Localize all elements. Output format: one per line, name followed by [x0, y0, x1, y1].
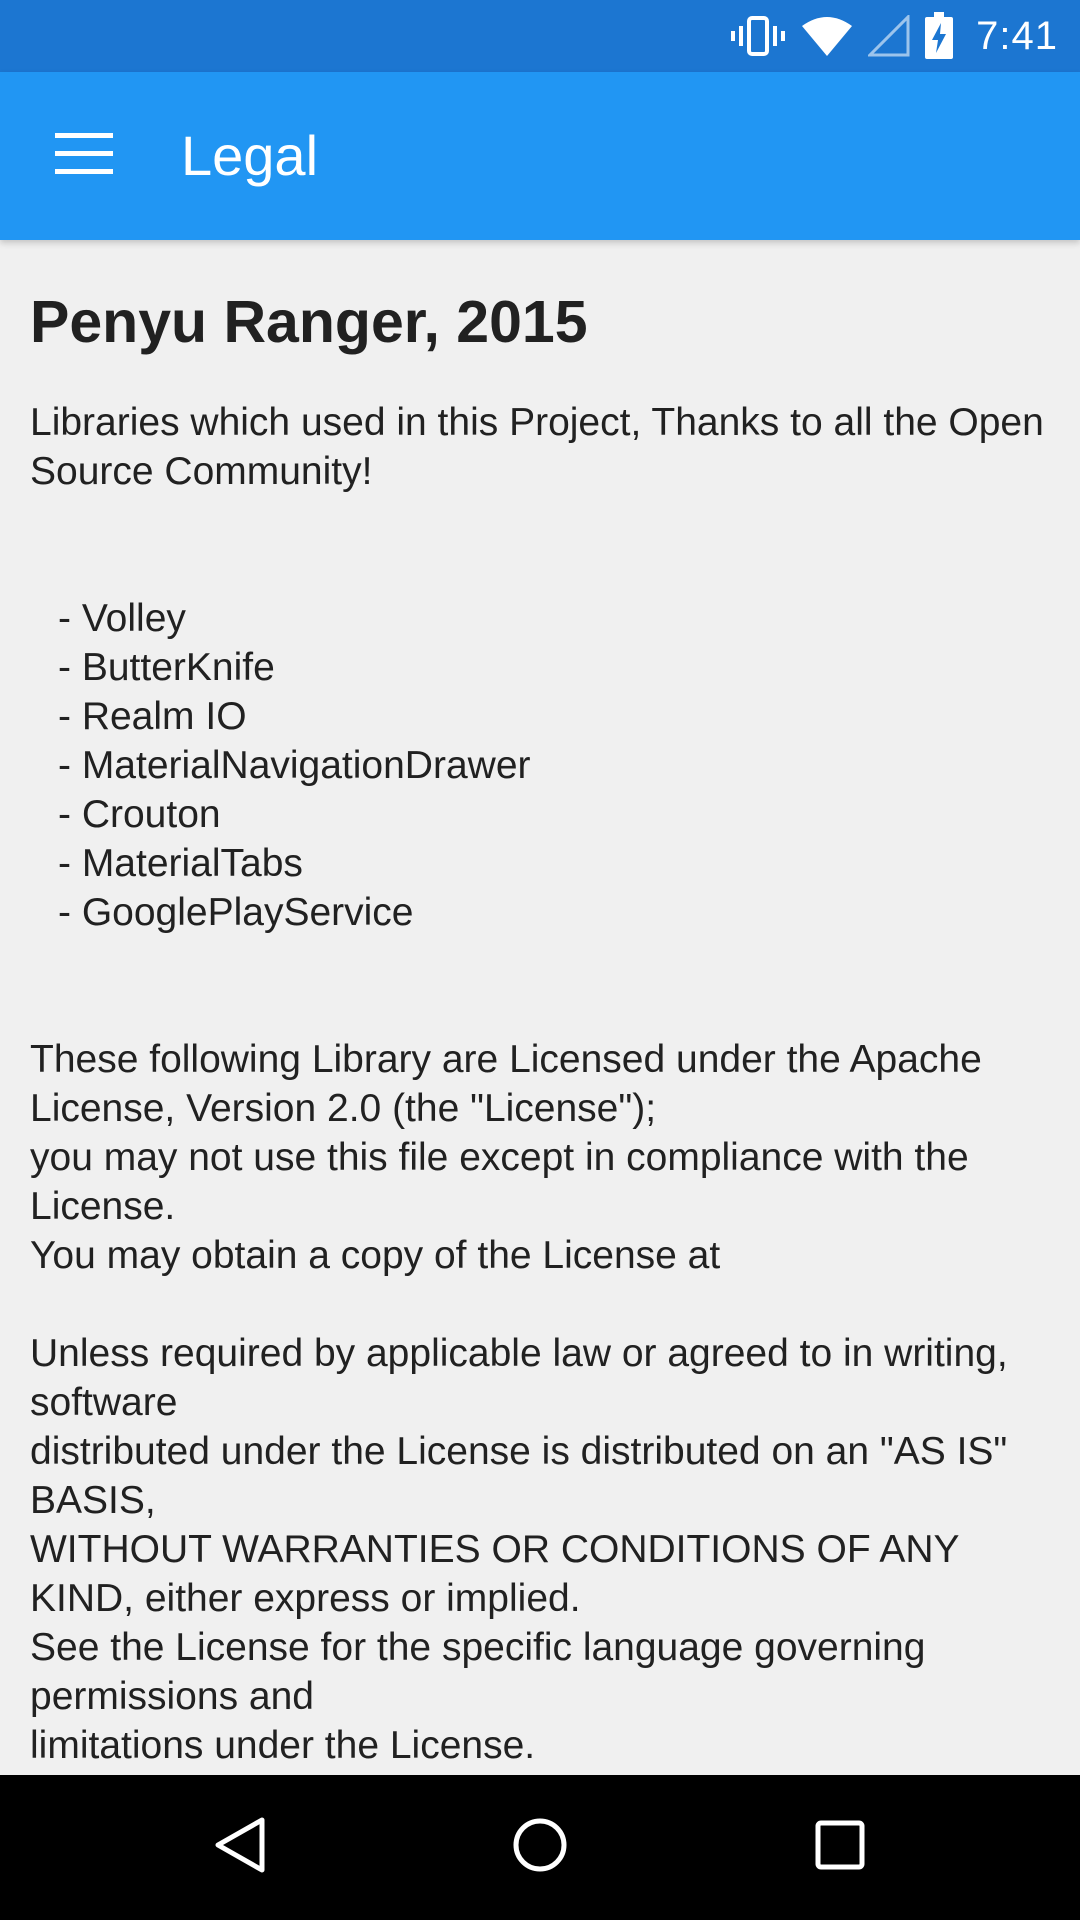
library-item: - GooglePlayService	[58, 891, 414, 934]
recents-icon	[814, 1819, 866, 1876]
library-item: - MaterialNavigationDrawer	[58, 744, 531, 787]
home-button[interactable]	[490, 1797, 590, 1897]
status-icons: 7:41	[730, 0, 1058, 72]
app-bar: Legal	[0, 72, 1080, 240]
hamburger-menu-icon	[55, 132, 113, 180]
back-button[interactable]	[190, 1797, 290, 1897]
license-line: you may not use this file except in comp…	[30, 1136, 969, 1228]
home-icon	[511, 1816, 569, 1879]
legal-content[interactable]: Penyu Ranger, 2015 Libraries which used …	[30, 240, 1054, 1775]
app-title: Legal	[181, 124, 319, 187]
license-line: limitations under the License.	[30, 1724, 536, 1767]
library-item: - Crouton	[58, 793, 221, 836]
library-item: - ButterKnife	[58, 646, 275, 689]
page-heading: Penyu Ranger, 2015	[30, 289, 588, 355]
library-item: - Volley	[58, 597, 186, 640]
license-line: distributed under the License is distrib…	[30, 1430, 1008, 1522]
license-line: You may obtain a copy of the License at	[30, 1234, 721, 1277]
library-list: - Volley - ButterKnife - Realm IO - Mate…	[30, 594, 1054, 937]
vibrate-icon	[730, 14, 786, 58]
library-item: - Realm IO	[58, 695, 247, 738]
wifi-icon	[800, 14, 854, 58]
recents-button[interactable]	[790, 1797, 890, 1897]
license-line: See the License for the specific languag…	[30, 1626, 926, 1718]
license-line: WITHOUT WARRANTIES OR CONDITIONS OF ANY …	[30, 1528, 959, 1620]
library-item: - MaterialTabs	[58, 842, 303, 885]
battery-charging-icon	[924, 12, 954, 60]
menu-button[interactable]	[40, 112, 128, 200]
license-line: Unless required by applicable law or agr…	[30, 1332, 1008, 1424]
status-bar: 7:41	[0, 0, 1080, 72]
license-text: These following Library are Licensed und…	[30, 1035, 1054, 1770]
intro-text: Libraries which used in this Project, Th…	[30, 401, 1044, 493]
license-line: These following Library are Licensed und…	[30, 1038, 982, 1130]
back-icon	[212, 1816, 268, 1879]
cell-signal-icon	[868, 15, 910, 57]
status-time: 7:41	[976, 13, 1058, 58]
navigation-bar	[0, 1775, 1080, 1920]
